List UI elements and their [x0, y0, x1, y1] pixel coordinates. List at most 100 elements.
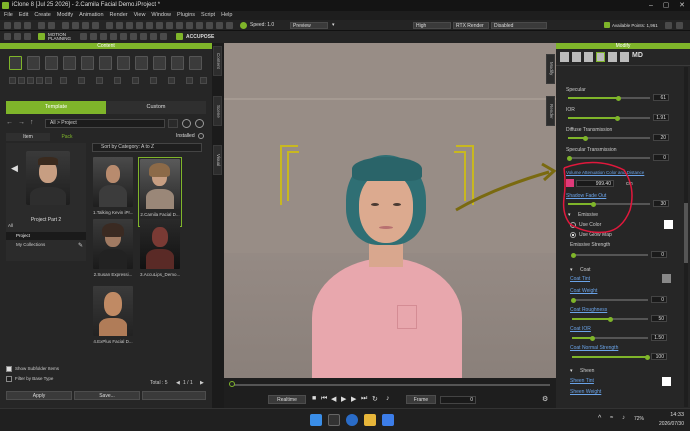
- undo-icon[interactable]: [38, 22, 45, 29]
- sort-dropdown[interactable]: Sort by Category: A to Z: [92, 143, 202, 152]
- clock-time[interactable]: 14:33: [654, 412, 684, 418]
- tree-project[interactable]: Project: [16, 233, 30, 238]
- item-thumbnail[interactable]: 1.Talking Kevin iPr...: [93, 157, 133, 223]
- tool-icon-12[interactable]: [160, 33, 167, 40]
- specular-slider[interactable]: [568, 95, 650, 101]
- rtx-dropdown[interactable]: RTX Render: [453, 22, 489, 29]
- item-thumbnail[interactable]: 4.ExPlus Facial D...: [93, 286, 133, 352]
- edit-pencil-icon[interactable]: ✎: [78, 242, 83, 249]
- speed-label[interactable]: Speed: 1.0: [250, 22, 274, 28]
- quality-dropdown[interactable]: High: [413, 22, 451, 29]
- menu-animation[interactable]: Animation: [79, 11, 103, 20]
- subcat-icon-9[interactable]: [114, 77, 121, 84]
- light-icon[interactable]: [116, 22, 123, 29]
- emissive-strength-value[interactable]: 0: [651, 251, 667, 258]
- coat-weight-label[interactable]: Coat Weight: [570, 288, 597, 294]
- tool-icon-5[interactable]: [90, 33, 97, 40]
- coat-tint-label[interactable]: Coat Tint: [570, 276, 590, 282]
- face-icon[interactable]: [226, 22, 233, 29]
- tab-modify-vertical[interactable]: Modify: [546, 54, 555, 84]
- coat-normal-label[interactable]: Coat Normal Strength: [570, 345, 618, 351]
- subcat-icon-6[interactable]: [60, 77, 67, 84]
- tool-icon-11[interactable]: [150, 33, 157, 40]
- diffuse-transmission-value[interactable]: 20: [653, 134, 669, 141]
- maximize-icon[interactable]: ▢: [659, 1, 673, 10]
- curve-icon[interactable]: [176, 22, 183, 29]
- loop-icon[interactable]: ↻: [372, 395, 378, 403]
- subcat-icon-11[interactable]: [150, 77, 157, 84]
- sheen-tint-swatch[interactable]: [662, 377, 671, 386]
- volume-icon[interactable]: ♪: [386, 395, 390, 402]
- goto-end-icon[interactable]: ⏭: [361, 395, 367, 403]
- coat-roughness-value[interactable]: 50: [651, 315, 667, 322]
- subtab-pack[interactable]: Pack: [50, 133, 84, 141]
- subcat-icon-4[interactable]: [36, 77, 43, 84]
- back-icon[interactable]: ←: [6, 119, 13, 126]
- tool-icon-4[interactable]: [80, 33, 87, 40]
- menu-script[interactable]: Script: [201, 11, 215, 20]
- lipsync-icon[interactable]: [216, 22, 223, 29]
- coat-roughness-label[interactable]: Coat Roughness: [570, 307, 607, 313]
- file-explorer-icon[interactable]: [364, 414, 376, 426]
- account-icon[interactable]: [665, 22, 672, 29]
- diffuse-transmission-slider[interactable]: [568, 135, 650, 141]
- modify-morph-icon[interactable]: [608, 52, 617, 62]
- subcat-icon-10[interactable]: [132, 77, 139, 84]
- refresh-icon[interactable]: [182, 119, 191, 128]
- layer-icon[interactable]: [196, 22, 203, 29]
- category-motion-icon[interactable]: [81, 56, 94, 70]
- coat-roughness-slider[interactable]: [572, 316, 648, 322]
- menu-file[interactable]: File: [4, 11, 13, 20]
- subtab-item[interactable]: Item: [6, 133, 50, 141]
- tool-icon-2[interactable]: [14, 33, 21, 40]
- tool-icon-8[interactable]: [120, 33, 127, 40]
- close-icon[interactable]: ✕: [675, 1, 689, 10]
- move-icon[interactable]: [72, 22, 79, 29]
- minimize-icon[interactable]: –: [644, 1, 658, 10]
- tool-icon-10[interactable]: [140, 33, 147, 40]
- 3d-viewport[interactable]: [224, 43, 556, 378]
- tab-template[interactable]: Template: [6, 101, 106, 114]
- category-body-icon[interactable]: [63, 56, 76, 70]
- redo-icon[interactable]: [48, 22, 55, 29]
- tab-render-vertical[interactable]: Render: [546, 96, 555, 126]
- subcat-icon-3[interactable]: [27, 77, 34, 84]
- select-icon[interactable]: [62, 22, 69, 29]
- page-prev-icon[interactable]: ◀: [176, 380, 180, 386]
- subcat-icon-13[interactable]: [186, 77, 193, 84]
- render-mode-dropdown[interactable]: Disabled: [491, 22, 547, 29]
- subcat-icon-1[interactable]: [9, 77, 16, 84]
- scale-icon[interactable]: [92, 22, 99, 29]
- store-icon[interactable]: [382, 414, 394, 426]
- installed-label[interactable]: Installed: [176, 133, 195, 139]
- forward-icon[interactable]: →: [18, 119, 25, 126]
- subcat-icon-8[interactable]: [96, 77, 103, 84]
- tray-chevron-icon[interactable]: ^: [598, 415, 601, 422]
- menu-help[interactable]: Help: [221, 11, 232, 20]
- mocap-icon[interactable]: [156, 22, 163, 29]
- coat-header[interactable]: Coat: [580, 267, 591, 273]
- category-head-icon[interactable]: [45, 56, 58, 70]
- coat-weight-value[interactable]: 0: [651, 296, 667, 303]
- stop-icon[interactable]: ■: [312, 395, 316, 402]
- tree-all[interactable]: All: [8, 223, 13, 228]
- tool-icon-6[interactable]: [100, 33, 107, 40]
- tool-icon-7[interactable]: [110, 33, 117, 40]
- clock-date[interactable]: 2026/07/30: [650, 421, 684, 427]
- modify-physics-icon[interactable]: [620, 52, 629, 62]
- page-next-icon[interactable]: ▶: [200, 380, 204, 386]
- time-slider-knob[interactable]: [229, 381, 235, 387]
- sheen-header[interactable]: Sheen: [580, 368, 594, 374]
- frame-dropdown[interactable]: Frame: [406, 395, 436, 404]
- coat-ior-slider[interactable]: [572, 335, 648, 341]
- modify-material-icon[interactable]: [596, 52, 605, 62]
- ior-value[interactable]: 1.91: [653, 114, 669, 121]
- menu-view[interactable]: View: [134, 11, 146, 20]
- search-taskbar-icon[interactable]: [328, 414, 340, 426]
- coat-expand-icon[interactable]: ▾: [570, 267, 573, 273]
- accupose-icon[interactable]: [176, 33, 183, 40]
- grid-icon[interactable]: [136, 22, 143, 29]
- new-icon[interactable]: [4, 22, 11, 29]
- edge-icon[interactable]: [346, 414, 358, 426]
- menu-render[interactable]: Render: [110, 11, 128, 20]
